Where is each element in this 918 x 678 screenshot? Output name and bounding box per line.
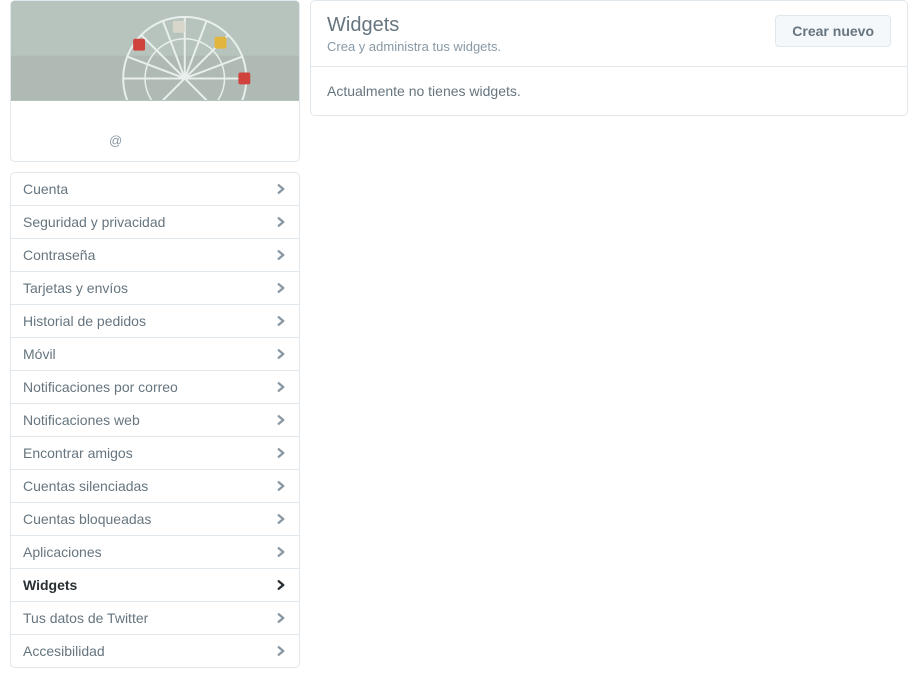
nav-item-label: Aplicaciones [23,545,102,559]
chevron-right-icon [275,381,287,393]
page-title: Widgets [327,13,501,37]
nav-item-cuenta[interactable]: Cuenta [11,173,299,206]
nav-item-label: Seguridad y privacidad [23,215,165,229]
chevron-right-icon [275,414,287,426]
chevron-right-icon [275,348,287,360]
nav-item-accesibilidad[interactable]: Accesibilidad [11,635,299,667]
nav-item-label: Accesibilidad [23,644,105,658]
nav-item-label: Notificaciones por correo [23,380,178,394]
chevron-right-icon [275,546,287,558]
settings-nav: Cuenta Seguridad y privacidad Contraseña Ta… [10,172,300,668]
nav-item-contrasena[interactable]: Contraseña [11,239,299,272]
chevron-right-icon [275,645,287,657]
nav-item-label: Cuentas silenciadas [23,479,148,493]
nav-item-label: Widgets [23,578,77,592]
chevron-right-icon [275,282,287,294]
nav-item-seguridad-y-privacidad[interactable]: Seguridad y privacidad [11,206,299,239]
nav-item-tus-datos-de-twitter[interactable]: Tus datos de Twitter [11,602,299,635]
create-new-button[interactable]: Crear nuevo [775,15,891,47]
nav-item-label: Móvil [23,347,56,361]
profile-card: @ [10,0,300,162]
nav-item-encontrar-amigos[interactable]: Encontrar amigos [11,437,299,470]
chevron-right-icon [275,447,287,459]
nav-item-tarjetas-y-envios[interactable]: Tarjetas y envíos [11,272,299,305]
chevron-right-icon [275,513,287,525]
user-handle[interactable]: @ [109,133,122,148]
chevron-right-icon [275,216,287,228]
page-subtitle: Crea y administra tus widgets. [327,39,501,54]
chevron-right-icon [275,579,287,591]
nav-item-cuentas-bloqueadas[interactable]: Cuentas bloqueadas [11,503,299,536]
chevron-right-icon [275,183,287,195]
nav-item-label: Contraseña [23,248,95,262]
nav-item-label: Cuenta [23,182,68,196]
main-panel: Widgets Crea y administra tus widgets. C… [310,0,908,116]
chevron-right-icon [275,612,287,624]
nav-item-label: Notificaciones web [23,413,140,427]
nav-item-notificaciones-web[interactable]: Notificaciones web [11,404,299,437]
nav-item-movil[interactable]: Móvil [11,338,299,371]
nav-item-widgets[interactable]: Widgets [11,569,299,602]
nav-item-notificaciones-por-correo[interactable]: Notificaciones por correo [11,371,299,404]
cover-image [11,1,299,101]
nav-item-label: Historial de pedidos [23,314,146,328]
chevron-right-icon [275,480,287,492]
nav-item-label: Cuentas bloqueadas [23,512,151,526]
nav-item-label: Encontrar amigos [23,446,133,460]
nav-item-historial-de-pedidos[interactable]: Historial de pedidos [11,305,299,338]
nav-item-cuentas-silenciadas[interactable]: Cuentas silenciadas [11,470,299,503]
nav-item-aplicaciones[interactable]: Aplicaciones [11,536,299,569]
nav-item-label: Tus datos de Twitter [23,611,148,625]
empty-state-text: Actualmente no tienes widgets. [327,83,891,99]
chevron-right-icon [275,315,287,327]
chevron-right-icon [275,249,287,261]
nav-item-label: Tarjetas y envíos [23,281,128,295]
